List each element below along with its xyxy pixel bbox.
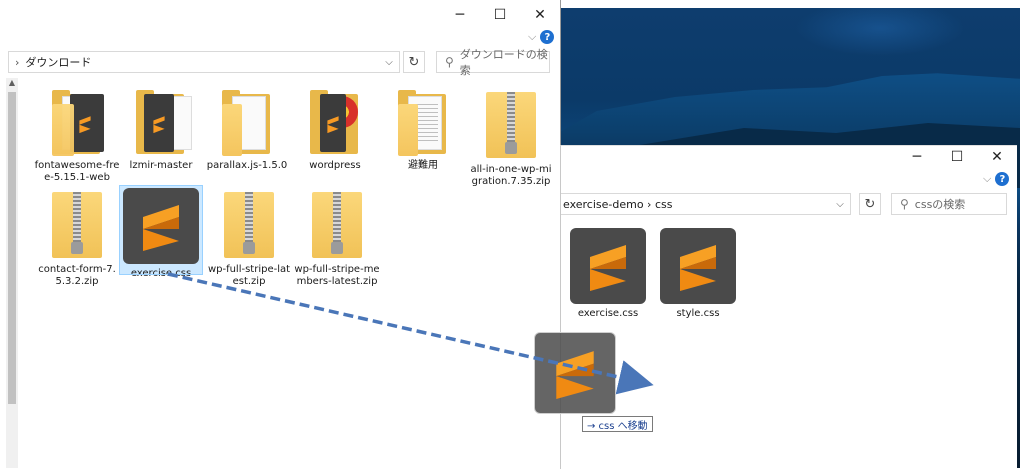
file-item[interactable]: exercise.css: [565, 228, 651, 320]
search-placeholder: ダウンロードの検索: [459, 48, 548, 77]
search-placeholder: cssの検索: [914, 198, 966, 211]
file-label: parallax.js-1.5.0: [206, 160, 288, 171]
file-label: lzmir-master: [129, 160, 193, 171]
ribbon-expand-icon[interactable]: ⌵: [528, 30, 536, 44]
file-label: wordpress: [309, 160, 361, 171]
folder-icon: [218, 90, 276, 156]
zip-folder-icon: [312, 190, 362, 260]
file-item[interactable]: all-in-one-wp-migration.7.35.zip: [468, 90, 554, 188]
path-arrow-icon: ›: [15, 55, 20, 69]
address-bar[interactable]: › ダウンロード ⌵: [8, 51, 400, 73]
refresh-button[interactable]: ↻: [403, 51, 425, 73]
file-label: all-in-one-wp-migration.7.35.zip: [470, 164, 552, 187]
sublime-file-icon: [570, 228, 646, 304]
file-label: fontawesome-free-5.15.1-web: [34, 160, 120, 183]
file-label: wp-full-stripe-latest.zip: [207, 264, 291, 287]
zip-folder-icon: [52, 190, 102, 260]
window-caption-buttons: ─ ☐ ✕: [440, 0, 560, 30]
minimize-button[interactable]: ─: [897, 146, 937, 168]
address-dropdown-icon[interactable]: ⌵: [830, 199, 850, 210]
help-icon[interactable]: ?: [540, 30, 555, 44]
ribbon-controls: ⌵ ?: [528, 28, 555, 46]
zip-folder-icon: [486, 90, 536, 160]
file-label: exercise.css: [577, 308, 639, 319]
file-item[interactable]: contact-form-7.5.3.2.zip: [34, 190, 120, 288]
vertical-scrollbar[interactable]: ▲: [6, 78, 18, 468]
close-button[interactable]: ✕: [977, 146, 1017, 168]
file-label: wp-full-stripe-members-latest.zip: [294, 264, 380, 287]
search-icon: ⚲: [900, 197, 909, 211]
file-item[interactable]: fontawesome-free-5.15.1-web: [34, 90, 120, 184]
folder-media-icon: [306, 90, 364, 156]
ribbon-expand-icon[interactable]: ⌵: [983, 172, 991, 186]
drag-ghost-sublime-icon: [534, 332, 616, 414]
file-label: style.css: [676, 308, 720, 319]
scrollbar-thumb[interactable]: [8, 92, 16, 404]
search-icon: ⚲: [445, 55, 454, 69]
folder-document-icon: [394, 90, 452, 156]
address-dropdown-icon[interactable]: ⌵: [379, 57, 399, 68]
file-label: 避難用: [408, 160, 438, 171]
move-to-tooltip: → css へ移動: [582, 416, 653, 432]
address-path: exercise-demo › css: [563, 197, 673, 211]
maximize-button[interactable]: ☐: [937, 146, 977, 168]
file-item[interactable]: lzmir-master: [118, 90, 204, 172]
scroll-up-icon[interactable]: ▲: [6, 78, 18, 90]
file-label: exercise.css: [130, 268, 192, 279]
search-box[interactable]: ⚲ ダウンロードの検索: [436, 48, 550, 77]
folder-sublime-icon: [48, 90, 106, 156]
file-item[interactable]: style.css: [655, 228, 741, 320]
minimize-button[interactable]: ─: [440, 0, 480, 30]
maximize-button[interactable]: ☐: [480, 0, 520, 30]
zip-folder-icon: [224, 190, 274, 260]
folder-sublime-icon: [132, 90, 192, 156]
file-item[interactable]: wordpress: [292, 90, 378, 172]
file-item[interactable]: 避難用: [380, 90, 466, 172]
refresh-button[interactable]: ↻: [859, 193, 881, 215]
file-item[interactable]: wp-full-stripe-latest.zip: [206, 190, 292, 288]
window-caption-buttons: ─ ☐ ✕: [897, 146, 1017, 168]
file-item[interactable]: wp-full-stripe-members-latest.zip: [294, 190, 380, 288]
help-icon[interactable]: ?: [995, 172, 1010, 186]
sublime-file-icon: [660, 228, 736, 304]
address-bar[interactable]: exercise-demo › css ⌵: [561, 193, 851, 215]
close-button[interactable]: ✕: [520, 0, 560, 30]
ribbon-controls: ⌵ ?: [983, 170, 1010, 188]
address-path: ダウンロード: [25, 56, 92, 69]
file-label: contact-form-7.5.3.2.zip: [38, 264, 116, 287]
search-box[interactable]: ⚲ cssの検索: [891, 193, 1007, 215]
file-item-selected[interactable]: exercise.css: [119, 185, 203, 279]
explorer-window-downloads: ─ ☐ ✕ ⌵ ? › ダウンロード ⌵ ↻ ⚲ ダウンロードの検索 ▲ fon…: [0, 0, 561, 468]
sublime-file-icon: [123, 188, 199, 264]
file-item[interactable]: parallax.js-1.5.0: [204, 90, 290, 172]
